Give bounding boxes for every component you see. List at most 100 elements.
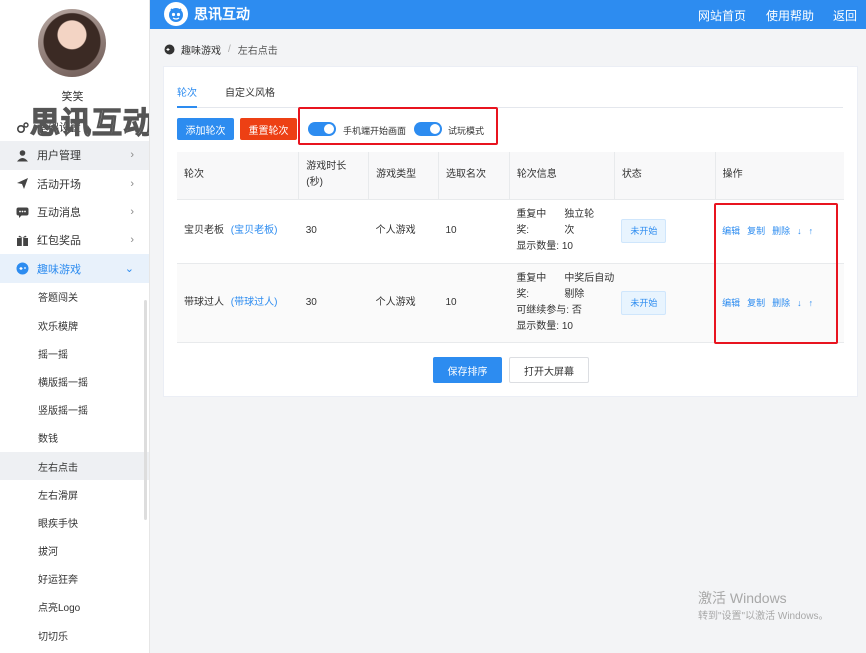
breadcrumb: 趣味游戏 / 左右点击 bbox=[164, 42, 278, 57]
brand[interactable]: 思讯互动 bbox=[164, 2, 250, 26]
sidebar-item-label: 互动消息 bbox=[37, 207, 81, 220]
mobile-start-screen-switch[interactable] bbox=[308, 122, 336, 136]
mobile-start-screen-label: 手机端开始画面 bbox=[343, 126, 407, 136]
sidebar-subitem[interactable]: 答题闯关 bbox=[0, 283, 149, 311]
info-text: 剔除 bbox=[564, 288, 585, 300]
chat-bubble-icon bbox=[16, 206, 29, 219]
col-header-actions: 操作 bbox=[715, 152, 844, 200]
col-header-rank: 选取名次 bbox=[438, 152, 510, 200]
sidebar-item-label: 红包奖品 bbox=[37, 235, 81, 248]
status-cell: 未开始 bbox=[614, 199, 716, 264]
col-header-status: 状态 bbox=[614, 152, 716, 200]
sidebar-subitem[interactable]: 数钱 bbox=[0, 424, 149, 452]
gift-icon bbox=[16, 234, 29, 247]
info-text: 显示数量: 10 bbox=[516, 241, 573, 252]
paper-plane-icon bbox=[16, 177, 29, 190]
sidebar-subitem-current[interactable]: 左右点击 bbox=[0, 451, 149, 481]
info-text: 奖: bbox=[516, 225, 530, 236]
user-icon bbox=[16, 149, 29, 162]
col-header-duration: 游戏时长 (秒) bbox=[298, 152, 370, 200]
sidebar-item-label: 趣味游戏 bbox=[37, 263, 81, 276]
add-round-button[interactable]: 添加轮次 bbox=[177, 118, 234, 140]
sidebar-scrollbar[interactable] bbox=[144, 300, 147, 520]
duration-cell: 30 bbox=[298, 199, 369, 264]
col-header-round: 轮次 bbox=[177, 152, 300, 200]
info-cell: 重复中 独立轮 奖: 次 显示数量: 10 bbox=[509, 199, 615, 264]
sidebar-subitem[interactable]: 拔河 bbox=[0, 536, 149, 564]
sidebar-item-user-management[interactable]: 用户管理 › bbox=[0, 141, 149, 170]
gears-icon bbox=[16, 121, 29, 134]
nav-help-link[interactable]: 使用帮助 bbox=[766, 7, 814, 24]
info-text: 可继续参与: 否 bbox=[516, 304, 582, 316]
robot-logo-icon bbox=[164, 2, 188, 26]
col-header-duration-line1: 游戏时长 bbox=[306, 161, 347, 173]
col-header-duration-line2: (秒) bbox=[306, 177, 323, 189]
sidebar-item-messages[interactable]: 互动消息 › bbox=[0, 198, 149, 226]
sidebar: 笑笑 思讯互动 基础设置 用户管理 › 活动开场 › 互动消息 › 红包奖品 ›… bbox=[0, 0, 150, 653]
game-controller-icon bbox=[164, 44, 175, 55]
sidebar-item-label: 用户管理 bbox=[37, 150, 81, 163]
nav-home-link[interactable]: 网站首页 bbox=[698, 7, 746, 24]
sidebar-subitem[interactable]: 横版摇一摇 bbox=[0, 367, 149, 395]
round-name-cell: 宝贝老板 (宝贝老板) bbox=[177, 199, 299, 264]
highlight-box-actions bbox=[714, 203, 838, 344]
rank-cell: 10 bbox=[438, 263, 510, 343]
round-name: 宝贝老板 bbox=[184, 225, 224, 236]
info-text: 显示数量: 10 bbox=[516, 320, 573, 332]
tab-rounds[interactable]: 轮次 bbox=[177, 87, 197, 108]
col-header-info: 轮次信息 bbox=[509, 152, 615, 200]
avatar[interactable] bbox=[38, 9, 106, 77]
info-text: 奖: bbox=[516, 288, 530, 300]
chevron-right-icon: › bbox=[130, 234, 134, 247]
trial-mode-switch[interactable] bbox=[414, 122, 442, 136]
duration-cell: 30 bbox=[298, 263, 369, 343]
chevron-right-icon: › bbox=[130, 177, 134, 190]
chevron-right-icon: › bbox=[130, 149, 134, 162]
windows-activation-title: 激活 Windows bbox=[698, 590, 787, 606]
trial-mode-label: 试玩模式 bbox=[448, 126, 485, 136]
round-link[interactable]: (带球过人) bbox=[231, 297, 278, 308]
sidebar-subitem[interactable]: 眼疾手快 bbox=[0, 508, 149, 536]
top-header: 思讯互动 网站首页 使用帮助 返回 bbox=[150, 0, 866, 29]
brand-name: 思讯互动 bbox=[194, 6, 250, 22]
sidebar-item-prizes[interactable]: 红包奖品 › bbox=[0, 226, 149, 254]
sidebar-subitem[interactable]: 摇一摇 bbox=[0, 339, 149, 367]
nav-back-link[interactable]: 返回 bbox=[833, 7, 857, 24]
tabs: 轮次 自定义风格 bbox=[177, 87, 843, 108]
rank-cell: 10 bbox=[438, 199, 510, 264]
round-name-cell: 带球过人 (带球过人) bbox=[177, 263, 299, 343]
sidebar-subitem[interactable]: 左右滑屏 bbox=[0, 480, 149, 508]
sidebar-subitem[interactable]: 切切乐 bbox=[0, 621, 149, 649]
round-name: 带球过人 bbox=[184, 296, 224, 308]
status-badge: 未开始 bbox=[621, 290, 667, 315]
sidebar-subitem[interactable]: 好运狂奔 bbox=[0, 565, 149, 593]
tab-custom-style[interactable]: 自定义风格 bbox=[225, 87, 275, 108]
sidebar-subitem[interactable]: 点亮Logo bbox=[0, 593, 149, 621]
chevron-right-icon: › bbox=[130, 206, 134, 219]
save-order-button[interactable]: 保存排序 bbox=[433, 357, 502, 383]
round-link[interactable]: (宝贝老板) bbox=[231, 225, 278, 236]
breadcrumb-current: 左右点击 bbox=[237, 46, 278, 57]
game-icon bbox=[16, 262, 29, 275]
open-big-screen-button[interactable]: 打开大屏幕 bbox=[509, 357, 589, 383]
info-text: 重复中 bbox=[516, 209, 547, 220]
type-cell: 个人游戏 bbox=[368, 263, 439, 343]
sidebar-item-event-opening[interactable]: 活动开场 › bbox=[0, 170, 149, 198]
chevron-down-icon: ⌄ bbox=[124, 263, 134, 276]
breadcrumb-separator: / bbox=[228, 44, 231, 55]
windows-activation-subtitle: 转到"设置"以激活 Windows。 bbox=[698, 611, 829, 622]
status-badge: 未开始 bbox=[621, 219, 667, 243]
sidebar-nav: 基础设置 用户管理 › 活动开场 › 互动消息 › 红包奖品 › 趣味游戏 ⌄ … bbox=[0, 113, 149, 649]
status-cell: 未开始 bbox=[614, 263, 716, 343]
info-text: 中奖后自动 bbox=[564, 272, 615, 284]
info-cell: 重复中 中奖后自动 奖: 剔除 可继续参与: 否 显示数量: 10 bbox=[509, 263, 615, 343]
reset-round-button[interactable]: 重置轮次 bbox=[240, 118, 297, 140]
table-header-row: 轮次 游戏时长 (秒) 游戏类型 选取名次 轮次信息 状态 操作 bbox=[177, 152, 844, 200]
sidebar-item-fun-games[interactable]: 趣味游戏 ⌄ bbox=[0, 254, 149, 283]
info-text: 次 bbox=[564, 225, 575, 236]
sidebar-subitem[interactable]: 欢乐模牌 bbox=[0, 311, 149, 339]
type-cell: 个人游戏 bbox=[368, 199, 439, 264]
sidebar-subitem[interactable]: 竖版摇一摇 bbox=[0, 396, 149, 424]
info-text: 独立轮 bbox=[564, 209, 595, 220]
breadcrumb-parent[interactable]: 趣味游戏 bbox=[181, 42, 221, 57]
